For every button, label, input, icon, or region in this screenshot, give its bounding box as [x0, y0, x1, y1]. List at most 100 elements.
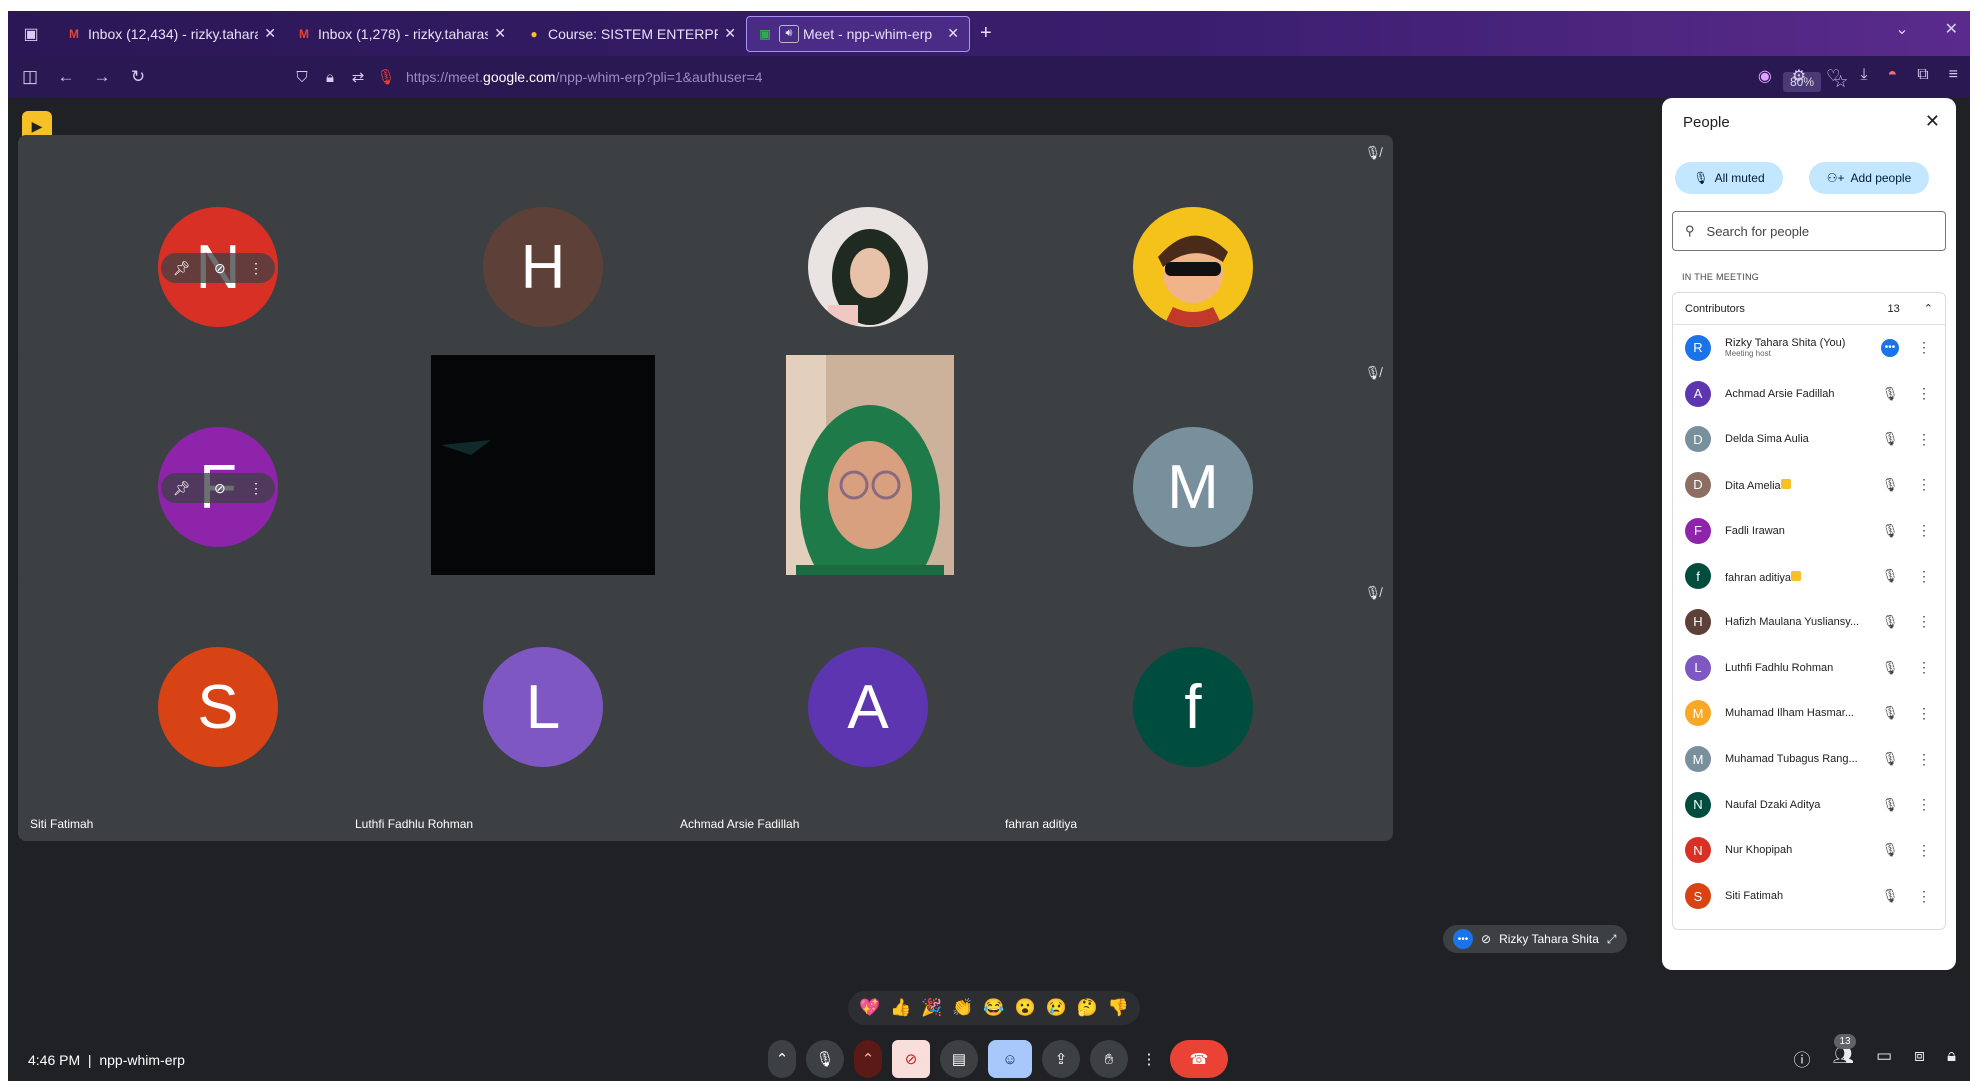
reload-icon[interactable]: ↻: [120, 67, 156, 87]
pin-icon[interactable]: 📌︎: [173, 260, 191, 277]
more-vert-icon[interactable]: ⋮: [1917, 385, 1931, 402]
present-button[interactable]: ⇪: [1042, 1040, 1080, 1078]
microphone-active-icon[interactable]: 🎙︎: [372, 68, 400, 86]
tab-list-chevron-icon[interactable]: ⌄: [1895, 19, 1908, 39]
participant-row[interactable]: F Fadli Irawan 🎙︎ ⋮: [1673, 508, 1945, 554]
video-options-chevron-icon[interactable]: ⌃: [854, 1040, 882, 1078]
tab-4[interactable]: ▣ 🔊︎ Meet - npp-whim-erp ✕: [746, 15, 970, 52]
extension-ring-icon[interactable]: ◉: [1758, 66, 1772, 86]
download-icon[interactable]: ⤓: [1860, 66, 1867, 86]
participant-row[interactable]: R Rizky Tahara Shita (You) Meeting host •••…: [1673, 325, 1945, 371]
microphone-button[interactable]: 🎙︎: [806, 1040, 844, 1078]
meeting-details-icon[interactable]: ⓘ: [1793, 1046, 1810, 1071]
mic-off-icon[interactable]: 🎙︎: [1881, 797, 1899, 813]
more-vert-icon[interactable]: ⋮: [1917, 751, 1931, 768]
menu-icon[interactable]: ≡: [1949, 66, 1958, 86]
shield-icon[interactable]: ⛉: [288, 69, 316, 86]
pocket-icon[interactable]: ♡: [1826, 66, 1840, 86]
mic-off-icon[interactable]: 🎙︎: [1881, 660, 1899, 676]
expand-icon[interactable]: ⤢: [1607, 932, 1617, 947]
tab-overview-icon[interactable]: ▣: [16, 19, 46, 49]
extension-hat-icon[interactable]: ◓: [1888, 66, 1898, 86]
url-text[interactable]: https://meet.google.com/npp-whim-erp?pli…: [406, 69, 762, 85]
more-vert-icon[interactable]: ⋮: [1917, 476, 1931, 493]
participant-row[interactable]: D Delda Sima Aulia 🎙︎ ⋮: [1673, 416, 1945, 462]
mic-off-icon[interactable]: 🎙︎: [1881, 431, 1899, 447]
mic-off-icon[interactable]: 🎙︎: [1881, 614, 1899, 630]
search-people-input[interactable]: ⚲ Search for people: [1672, 211, 1946, 251]
participant-row[interactable]: S Siti Fatimah 🎙︎ ⋮: [1673, 873, 1945, 919]
add-people-button[interactable]: ⚇+ Add people: [1809, 162, 1929, 194]
more-dots-icon[interactable]: •••: [1453, 929, 1473, 949]
reaction-emoji[interactable]: 👎: [1108, 998, 1129, 1018]
camera-off-button[interactable]: ⊘: [892, 1040, 930, 1078]
close-tab-icon[interactable]: ✕: [947, 25, 959, 42]
tab-3[interactable]: ● Course: SISTEM ENTERPRISE ✕: [516, 16, 746, 52]
reactions-button[interactable]: ☺: [988, 1040, 1032, 1078]
more-vert-icon[interactable]: ⋮: [249, 260, 263, 277]
participant-row[interactable]: A Achmad Arsie Fadillah 🎙︎ ⋮: [1673, 371, 1945, 417]
participant-row[interactable]: M Muhamad Ilham Hasmar... 🎙︎ ⋮: [1673, 691, 1945, 737]
more-vert-icon[interactable]: ⋮: [1917, 796, 1931, 813]
more-vert-icon[interactable]: ⋮: [1917, 431, 1931, 448]
host-controls-icon[interactable]: 🔒︎: [1947, 1046, 1956, 1071]
new-tab-button[interactable]: +: [980, 22, 992, 45]
chat-icon[interactable]: ▭: [1876, 1046, 1892, 1071]
more-vert-icon[interactable]: ⋮: [1917, 613, 1931, 630]
address-bar[interactable]: ⛉ 🔒︎ ⇄ 🎙︎ https://meet.google.com/npp-wh…: [288, 62, 1848, 92]
mic-off-icon[interactable]: 🎙︎: [1881, 523, 1899, 539]
mic-off-icon[interactable]: 🎙︎: [1881, 705, 1899, 721]
mic-off-icon[interactable]: 🎙︎: [1881, 842, 1899, 858]
more-options-button[interactable]: ⋮: [1138, 1040, 1160, 1078]
tab-2[interactable]: M Inbox (1,278) - rizky.taharash ✕: [286, 16, 516, 52]
more-vert-icon[interactable]: ⋮: [1917, 705, 1931, 722]
more-vert-icon[interactable]: ⋮: [1917, 339, 1931, 356]
leave-call-button[interactable]: ☎︎: [1170, 1040, 1228, 1078]
mic-off-icon[interactable]: 🎙︎: [1881, 386, 1899, 402]
participant-row[interactable]: D Dita Amelia 🎙︎ ⋮: [1673, 462, 1945, 508]
more-vert-icon[interactable]: ⋮: [1917, 659, 1931, 676]
close-tab-icon[interactable]: ✕: [724, 25, 736, 42]
more-vert-icon[interactable]: ⋮: [1917, 888, 1931, 905]
more-vert-icon[interactable]: ⋮: [1917, 522, 1931, 539]
participant-row[interactable]: M Muhamad Tubagus Rang... 🎙︎ ⋮: [1673, 736, 1945, 782]
speaker-icon[interactable]: 🔊︎: [779, 24, 799, 43]
extensions-puzzle-icon[interactable]: ⧉: [1917, 66, 1928, 86]
mic-off-icon[interactable]: ⊘: [214, 260, 226, 277]
captions-button[interactable]: ▤: [940, 1040, 978, 1078]
participant-row[interactable]: H Hafizh Maulana Yusliansy... 🎙︎ ⋮: [1673, 599, 1945, 645]
mic-off-icon[interactable]: 🎙︎: [1881, 888, 1899, 904]
participant-tile[interactable]: f 🎙︎̸ fahran aditiya: [993, 575, 1393, 841]
mic-off-icon[interactable]: 🎙︎: [1881, 751, 1899, 767]
chevron-up-icon[interactable]: ⌃: [1924, 302, 1933, 315]
tab-1[interactable]: M Inbox (12,434) - rizky.tahara ✕: [56, 16, 286, 52]
pin-icon[interactable]: 📌︎: [173, 480, 191, 497]
all-muted-button[interactable]: 🎙︎ All muted: [1675, 162, 1783, 194]
mic-off-icon[interactable]: 🎙︎: [1881, 568, 1899, 584]
raise-hand-button[interactable]: ✋︎: [1090, 1040, 1128, 1078]
more-vert-icon[interactable]: ⋮: [1917, 568, 1931, 585]
participant-row[interactable]: L Luthfi Fadhlu Rohman 🎙︎ ⋮: [1673, 645, 1945, 691]
mic-off-icon[interactable]: ⊘: [214, 480, 226, 497]
close-tab-icon[interactable]: ✕: [494, 25, 506, 42]
reaction-emoji[interactable]: 👍: [890, 998, 911, 1018]
more-vert-icon[interactable]: ⋮: [1917, 842, 1931, 859]
participant-row[interactable]: f fahran aditiya 🎙︎ ⋮: [1673, 553, 1945, 599]
mic-off-icon[interactable]: 🎙︎: [1881, 477, 1899, 493]
contributors-header[interactable]: Contributors 13 ⌃: [1673, 293, 1945, 325]
audio-options-chevron-icon[interactable]: ⌃: [768, 1040, 796, 1078]
participant-row[interactable]: N Naufal Dzaki Aditya 🎙︎ ⋮: [1673, 782, 1945, 828]
self-view-chip[interactable]: ••• ⊘ Rizky Tahara Shita ⤢: [1443, 925, 1627, 953]
reaction-emoji[interactable]: 👏: [952, 998, 973, 1018]
lock-icon[interactable]: 🔒︎: [316, 69, 344, 86]
close-icon[interactable]: ✕: [1925, 111, 1940, 132]
reaction-emoji[interactable]: 😢: [1046, 998, 1067, 1018]
forward-icon[interactable]: →: [84, 67, 120, 87]
sidebar-toggle-icon[interactable]: ◫: [12, 67, 48, 87]
extension-gear-icon[interactable]: ⚙: [1792, 66, 1806, 86]
reaction-emoji[interactable]: 🎉: [921, 998, 942, 1018]
reaction-emoji[interactable]: 😮: [1015, 998, 1036, 1018]
close-window-icon[interactable]: ✕: [1945, 19, 1958, 39]
more-vert-icon[interactable]: ⋮: [249, 480, 263, 497]
reaction-emoji[interactable]: 🤔: [1077, 998, 1098, 1018]
